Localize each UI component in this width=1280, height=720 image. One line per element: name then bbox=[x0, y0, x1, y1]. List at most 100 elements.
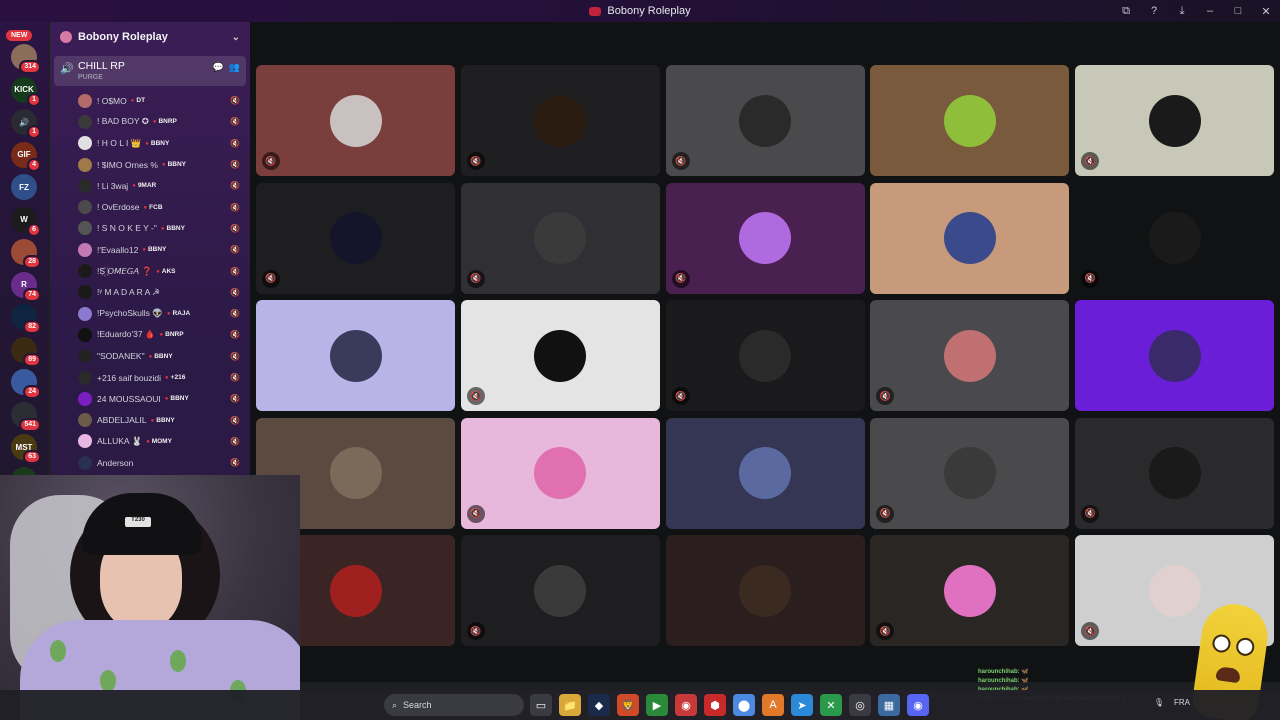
taskbar-app-icon[interactable]: ◆ bbox=[588, 694, 610, 716]
maximize-button[interactable]: □ bbox=[1224, 5, 1252, 17]
taskbar-app-icon[interactable]: ▭ bbox=[530, 694, 552, 716]
mic-muted-icon: 🔇 bbox=[671, 269, 690, 288]
voice-channel-chill-rp[interactable]: 🔊 CHILL RP PURGE 💬 👥 bbox=[54, 56, 246, 86]
server-icon[interactable]: 541 bbox=[11, 401, 41, 432]
avatar bbox=[78, 434, 92, 449]
invite-user-icon[interactable]: 👥 bbox=[229, 62, 240, 73]
participant-tile[interactable]: 🔇 bbox=[870, 535, 1070, 646]
server-icon[interactable]: FZ bbox=[11, 174, 37, 200]
voice-member[interactable]: ! S N O K E Y -" BBNY 🔇 bbox=[50, 218, 250, 239]
server-icon[interactable]: MST 63 bbox=[11, 434, 41, 464]
voice-member[interactable]: !S꙰ 𝘖𝘔𝘌𝘎𝘈 ❓AKS 🔇 bbox=[50, 260, 250, 281]
taskbar-app-icon[interactable]: ✕ bbox=[820, 694, 842, 716]
unread-badge: 63 bbox=[23, 450, 41, 464]
close-button[interactable]: ✕ bbox=[1252, 5, 1280, 18]
participant-tile[interactable] bbox=[256, 300, 455, 411]
member-name: +216 saif bouzidi bbox=[97, 372, 162, 383]
language-indicator[interactable]: FRA bbox=[1174, 698, 1190, 707]
mic-muted-icon: 🔇 bbox=[466, 152, 485, 170]
server-icon[interactable]: R 74 bbox=[11, 271, 41, 302]
muted-icon: 🔇 bbox=[230, 117, 240, 127]
participant-tile[interactable]: 🔇 bbox=[256, 182, 455, 294]
participant-avatar bbox=[943, 564, 996, 617]
participant-tile[interactable] bbox=[870, 182, 1070, 294]
taskbar-app-icon[interactable]: ▶ bbox=[646, 694, 668, 716]
taskbar-app-icon[interactable]: ◎ bbox=[849, 694, 871, 716]
taskbar-app-icon[interactable]: 🦁 bbox=[617, 694, 639, 716]
server-icon[interactable]: 🔊 1 bbox=[11, 109, 41, 139]
voice-member[interactable]: ! Li 3waj9MAR 🔇 bbox=[50, 175, 250, 196]
participant-avatar bbox=[739, 94, 792, 147]
voice-member[interactable]: ! H O L I 👑BBNY 🔇 bbox=[50, 133, 250, 154]
server-icon[interactable]: 24 bbox=[11, 369, 41, 399]
participant-tile[interactable]: 🔇 bbox=[256, 65, 455, 176]
participant-tile[interactable]: 🔇 bbox=[665, 300, 865, 411]
inbox-icon[interactable]: ⧉ bbox=[1112, 5, 1140, 18]
participant-tile[interactable]: 🔇 bbox=[870, 300, 1070, 411]
taskbar-app-icon[interactable]: ◉ bbox=[675, 694, 697, 716]
voice-member[interactable]: !ᵞ M A D A R A ☭ 🔇 bbox=[50, 282, 250, 303]
participant-tile[interactable]: 🔇 bbox=[870, 417, 1070, 529]
participant-tile[interactable] bbox=[870, 65, 1070, 176]
voice-member[interactable]: ! $IMO Ornes % BBNY 🔇 bbox=[50, 154, 250, 175]
participant-tile[interactable]: 🔇 bbox=[460, 417, 660, 529]
participant-tile[interactable]: 🔇 bbox=[665, 182, 865, 294]
member-name: ! OvErdose bbox=[97, 202, 140, 213]
server-icon[interactable]: KICK 1 bbox=[11, 76, 41, 107]
microphone-icon[interactable]: 🎙 bbox=[1154, 698, 1164, 707]
server-icon[interactable]: W6 bbox=[11, 206, 41, 237]
voice-member[interactable]: !PsychoSkulls 👽 RAJA 🔇 bbox=[50, 303, 250, 324]
participant-avatar bbox=[1148, 329, 1201, 382]
server-initials: GIF bbox=[17, 150, 31, 159]
server-icon[interactable]: 89 bbox=[11, 336, 41, 367]
voice-member[interactable]: ALLUKA 🐰MOMY 🔇 bbox=[50, 431, 250, 452]
server-icon[interactable]: 82 bbox=[11, 304, 41, 334]
taskbar-app-icon[interactable]: 📁 bbox=[559, 694, 581, 716]
guild-header[interactable]: Bobony Roleplay ⌄ bbox=[50, 22, 250, 52]
voice-member[interactable]: ABDELJALIL BBNY 🔇 bbox=[50, 409, 250, 430]
participant-tile[interactable] bbox=[665, 417, 865, 529]
voice-member[interactable]: +216 saif bouzidi+216 🔇 bbox=[50, 367, 250, 388]
minimize-button[interactable]: – bbox=[1196, 5, 1224, 17]
participant-tile[interactable] bbox=[1075, 300, 1275, 411]
server-icon[interactable]: GIF 4 bbox=[11, 141, 41, 172]
voice-member[interactable]: ! BAD BOY ✪ BNRP 🔇 bbox=[50, 111, 250, 132]
taskbar-app-icon[interactable]: ⬤ bbox=[733, 694, 755, 716]
voice-member[interactable]: "SODANEK" BBNY 🔇 bbox=[50, 346, 250, 367]
taskbar-app-icon[interactable]: ⬢ bbox=[704, 694, 726, 716]
participant-tile[interactable]: 🔇 bbox=[460, 535, 660, 646]
download-icon[interactable]: ⤓ bbox=[1168, 5, 1196, 18]
taskbar-app-icon[interactable]: ➤ bbox=[791, 694, 813, 716]
server-icon[interactable]: 28 bbox=[11, 239, 41, 269]
taskbar-search[interactable]: ⌕ Search bbox=[384, 694, 524, 716]
server-icon[interactable]: 314 bbox=[11, 44, 41, 74]
participant-tile[interactable]: 🔇 bbox=[1075, 65, 1275, 176]
taskbar-app-icon[interactable]: ◉ bbox=[907, 694, 929, 716]
muted-icon: 🔇 bbox=[230, 202, 240, 212]
taskbar-app-icon[interactable]: ▦ bbox=[878, 694, 900, 716]
chat-bubble-icon[interactable]: 💬 bbox=[213, 62, 224, 73]
member-tag: RAJA bbox=[167, 310, 190, 317]
taskbar-app-icon[interactable]: A bbox=[762, 694, 784, 716]
participant-tile[interactable]: 🔇 bbox=[1075, 182, 1275, 294]
participant-tile[interactable]: 🔇 bbox=[1075, 417, 1275, 529]
voice-member[interactable]: Anderson 🔇 bbox=[50, 452, 250, 473]
help-icon[interactable]: ? bbox=[1140, 5, 1168, 17]
participant-tile[interactable]: 🔇 bbox=[460, 300, 660, 411]
participant-tile[interactable]: 🔇 bbox=[665, 65, 865, 176]
voice-member[interactable]: ! OvErdose FCB 🔇 bbox=[50, 196, 250, 217]
voice-member[interactable]: ! O$MO DT 🔇 bbox=[50, 90, 250, 111]
voice-member[interactable]: !Eduardo'37 🩸 BNRP 🔇 bbox=[50, 324, 250, 345]
participant-tile[interactable]: 🔇 bbox=[460, 65, 660, 176]
mascot-eye bbox=[1211, 633, 1232, 654]
member-tag: FCB bbox=[144, 204, 162, 211]
unread-badge: 89 bbox=[23, 352, 41, 367]
voice-member[interactable]: !'Evaallo12BBNY 🔇 bbox=[50, 239, 250, 260]
unread-badge: 28 bbox=[23, 255, 41, 269]
voice-member[interactable]: 24 MOUSSAOUI BBNY 🔇 bbox=[50, 388, 250, 409]
participant-tile[interactable] bbox=[665, 535, 865, 646]
participant-tile[interactable]: 🔇 bbox=[460, 182, 660, 294]
chevron-down-icon[interactable]: ⌄ bbox=[232, 32, 240, 43]
member-name: Anderson bbox=[97, 457, 134, 468]
unread-badge: 74 bbox=[23, 287, 41, 302]
